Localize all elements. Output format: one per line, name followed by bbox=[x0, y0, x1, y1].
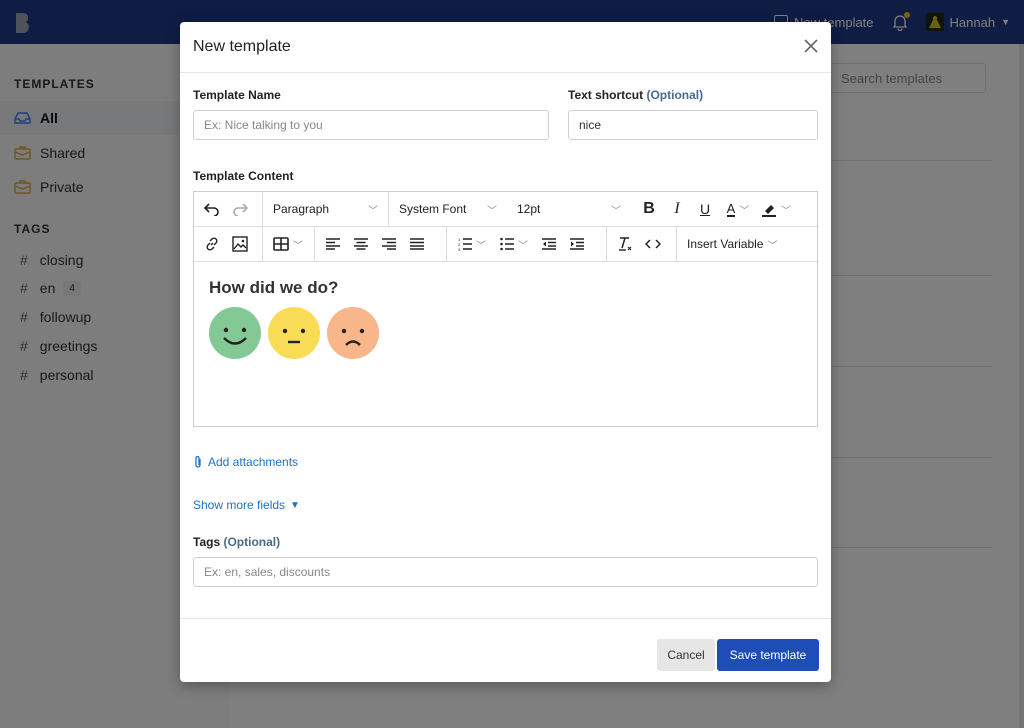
neutral-face-icon[interactable] bbox=[268, 307, 320, 359]
sad-face-icon[interactable] bbox=[327, 307, 379, 359]
text-color-icon: A bbox=[726, 200, 736, 217]
modal-footer: Cancel Save template bbox=[180, 618, 831, 682]
indent-button[interactable] bbox=[563, 230, 591, 258]
bullet-list-icon bbox=[500, 237, 514, 251]
redo-button[interactable] bbox=[226, 195, 254, 223]
content-heading: How did we do? bbox=[209, 278, 339, 297]
insert-link-button[interactable] bbox=[198, 230, 226, 258]
outdent-button[interactable] bbox=[535, 230, 563, 258]
code-icon bbox=[645, 239, 661, 249]
insert-variable-select[interactable]: Insert Variable ﹀ bbox=[681, 230, 783, 258]
image-icon bbox=[232, 236, 248, 252]
outdent-icon bbox=[542, 238, 556, 250]
chevron-down-icon: ﹀ bbox=[368, 205, 378, 217]
font-family-value: System Font bbox=[399, 202, 467, 216]
editor-content[interactable]: How did we do? bbox=[194, 262, 817, 375]
text-shortcut-label: Text shortcut (Optional) bbox=[568, 88, 703, 102]
undo-button[interactable] bbox=[198, 195, 226, 223]
underline-button[interactable]: U bbox=[691, 195, 719, 223]
font-size-select[interactable]: 12pt ﹀ bbox=[511, 195, 627, 223]
table-icon bbox=[273, 237, 289, 251]
font-size-value: 12pt bbox=[517, 202, 541, 216]
paperclip-icon bbox=[195, 455, 201, 468]
numbered-list-icon: 123 bbox=[458, 237, 472, 251]
align-right-icon bbox=[382, 238, 396, 250]
align-left-icon bbox=[326, 238, 340, 250]
redo-icon bbox=[233, 203, 248, 216]
happy-face-icon[interactable] bbox=[209, 307, 261, 359]
text-color-button[interactable]: A ﹀ bbox=[719, 195, 757, 223]
template-name-input[interactable]: Ex: Nice talking to you bbox=[193, 110, 549, 140]
chevron-down-icon: ﹀ bbox=[781, 205, 791, 217]
chevron-down-icon: ﹀ bbox=[476, 240, 486, 252]
bold-button[interactable]: B bbox=[635, 195, 663, 223]
bold-icon: B bbox=[643, 200, 655, 217]
close-icon[interactable] bbox=[802, 37, 820, 55]
save-template-button[interactable]: Save template bbox=[717, 639, 819, 671]
rich-text-editor: Paragraph ﹀ System Font ﹀ 12pt ﹀ B I U A… bbox=[193, 191, 818, 427]
align-right-button[interactable] bbox=[375, 230, 403, 258]
add-attachments-label: Add attachments bbox=[208, 455, 299, 469]
cancel-button[interactable]: Cancel bbox=[657, 639, 715, 671]
chevron-down-icon: ﹀ bbox=[767, 240, 778, 252]
show-more-fields-link[interactable]: Show more fields ▼ bbox=[193, 498, 300, 512]
undo-icon bbox=[204, 203, 219, 216]
chevron-down-icon: ﹀ bbox=[293, 240, 303, 252]
add-attachments-link[interactable]: Add attachments bbox=[193, 455, 298, 469]
chevron-down-icon: ﹀ bbox=[739, 205, 750, 217]
highlighter-icon bbox=[762, 205, 776, 217]
clear-formatting-icon bbox=[619, 237, 632, 251]
insert-variable-label: Insert Variable bbox=[687, 237, 764, 251]
highlight-color-button[interactable]: ﹀ bbox=[757, 195, 795, 223]
insert-table-button[interactable]: ﹀ bbox=[267, 230, 309, 258]
text-shortcut-label-text: Text shortcut bbox=[568, 88, 644, 102]
underline-icon: U bbox=[699, 201, 711, 217]
modal-header: New template bbox=[180, 22, 831, 73]
optional-hint: (Optional) bbox=[646, 88, 704, 102]
clear-formatting-button[interactable] bbox=[611, 230, 639, 258]
block-format-value: Paragraph bbox=[273, 202, 330, 216]
optional-hint: (Optional) bbox=[223, 535, 281, 549]
insert-image-button[interactable] bbox=[226, 230, 254, 258]
numbered-list-button[interactable]: 123 ﹀ bbox=[451, 230, 493, 258]
template-name-label: Template Name bbox=[193, 88, 281, 102]
link-icon bbox=[206, 237, 218, 251]
rating-faces bbox=[209, 307, 802, 359]
align-justify-icon bbox=[410, 238, 424, 250]
bullet-list-button[interactable]: ﹀ bbox=[493, 230, 535, 258]
source-code-button[interactable] bbox=[639, 230, 667, 258]
align-justify-button[interactable] bbox=[403, 230, 431, 258]
block-format-select[interactable]: Paragraph ﹀ bbox=[267, 195, 384, 223]
italic-button[interactable]: I bbox=[663, 195, 691, 223]
indent-icon bbox=[570, 238, 584, 250]
template-content-label: Template Content bbox=[193, 169, 294, 183]
new-template-modal: New template Template Name Ex: Nice talk… bbox=[180, 22, 831, 682]
align-left-button[interactable] bbox=[319, 230, 347, 258]
svg-text:3: 3 bbox=[458, 247, 461, 251]
chevron-down-icon: ﹀ bbox=[487, 205, 497, 217]
tags-label: Tags (Optional) bbox=[193, 535, 280, 549]
tags-label-text: Tags bbox=[193, 535, 221, 549]
align-center-button[interactable] bbox=[347, 230, 375, 258]
text-shortcut-input[interactable]: nice bbox=[568, 110, 818, 140]
italic-icon: I bbox=[674, 200, 680, 217]
caret-down-icon: ▼ bbox=[290, 499, 300, 511]
font-family-select[interactable]: System Font ﹀ bbox=[393, 195, 503, 223]
editor-toolbar-row-2: ﹀ 123 ﹀ ﹀ Insert Variable ﹀ bbox=[194, 226, 817, 262]
align-center-icon bbox=[354, 238, 368, 250]
chevron-down-icon: ﹀ bbox=[518, 240, 528, 252]
tags-input[interactable]: Ex: en, sales, discounts bbox=[193, 557, 818, 587]
editor-toolbar-row-1: Paragraph ﹀ System Font ﹀ 12pt ﹀ B I U A… bbox=[194, 191, 817, 227]
chevron-down-icon: ﹀ bbox=[611, 205, 621, 217]
modal-title: New template bbox=[193, 38, 291, 55]
show-more-fields-label: Show more fields bbox=[193, 498, 286, 512]
